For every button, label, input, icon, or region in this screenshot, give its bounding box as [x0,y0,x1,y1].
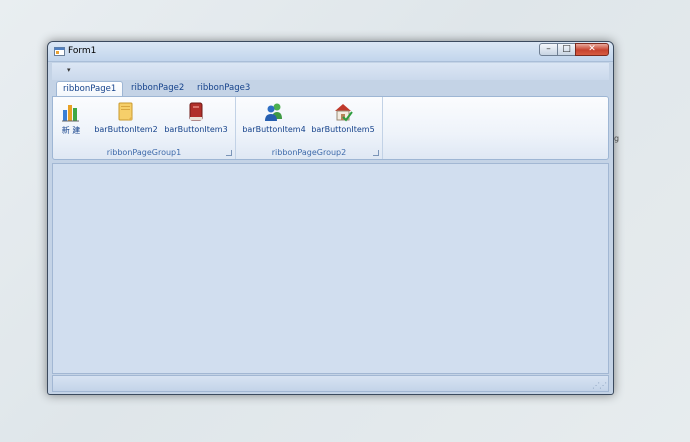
form-client-area [52,163,609,374]
users-icon [265,103,282,121]
status-bar: ⋰⋰ [52,375,609,392]
tab-ribbonpage3[interactable]: ribbonPage3 [191,81,256,96]
qat-customize-dropdown-icon[interactable]: ▾ [67,66,71,74]
ribbon-group-1: 新 建 barButtonItem2 barButtonItem3 ribbon… [53,97,236,159]
bar-button-item-4-label: barButtonItem4 [242,125,306,134]
home-check-icon [335,104,353,122]
bar-button-item-2[interactable]: barButtonItem2 [93,99,159,139]
close-icon: ✕ [588,44,596,54]
maximize-button[interactable]: □ [557,43,576,56]
tab-ribbonpage2[interactable]: ribbonPage2 [125,81,190,96]
new-button[interactable]: 新 建 [57,99,85,139]
group-caption: ribbonPageGroup1 [106,148,182,157]
book-icon [189,102,203,121]
ribbon-panel: 新 建 barButtonItem2 barButtonItem3 ribbon… [52,96,609,160]
note-icon [118,102,133,121]
ribbon-group-2: barButtonItem4 barButtonItem5 ribbonPage… [236,97,383,159]
minimize-icon: – [546,44,551,54]
bar-button-item-5[interactable]: barButtonItem5 [310,99,376,139]
new-button-label: 新 建 [61,126,81,135]
form-window: Form1 – □ ✕ ▾ ribbonPage1 ribbonPage2 ri… [47,41,614,395]
tab-ribbonpage1[interactable]: ribbonPage1 [56,81,124,96]
maximize-icon: □ [562,44,571,54]
close-button[interactable]: ✕ [575,43,609,56]
group-dialog-launcher-icon[interactable] [373,150,379,156]
window-title: Form1 [68,46,97,56]
group-dialog-launcher-icon[interactable] [226,150,232,156]
bar-button-item-3[interactable]: barButtonItem3 [163,99,229,139]
group-caption: ribbonPageGroup2 [271,148,347,157]
bar-button-item-2-label: barButtonItem2 [94,125,158,134]
bar-button-item-4[interactable]: barButtonItem4 [241,99,307,139]
minimize-button[interactable]: – [539,43,558,56]
bar-chart-icon [62,105,79,122]
quick-access-toolbar: ▾ [52,63,609,80]
bar-button-item-3-label: barButtonItem3 [164,125,228,134]
background-text-fragment: g [614,134,620,143]
title-bar[interactable]: Form1 – □ ✕ [48,42,613,62]
bar-button-item-5-label: barButtonItem5 [311,125,375,134]
form-app-icon [54,47,65,56]
ribbon-tab-row: ribbonPage1 ribbonPage2 ribbonPage3 [52,80,609,96]
resize-grip-icon[interactable]: ⋰⋰ [592,381,607,390]
